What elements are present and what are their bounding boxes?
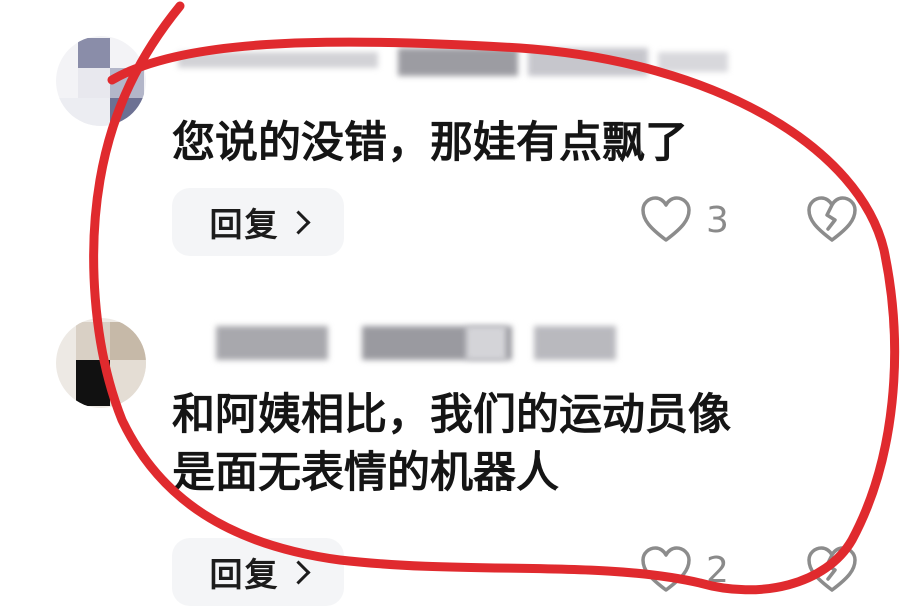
dislike-button[interactable] (806, 196, 858, 248)
comment-text: 您说的没错，那娃有点飘了 (172, 114, 688, 172)
like-button[interactable]: 3 (640, 196, 729, 244)
like-count: 2 (706, 549, 729, 591)
nickname-blurred (216, 326, 616, 360)
dislike-button[interactable] (806, 546, 858, 598)
comment-text-line: 您说的没错，那娃有点飘了 (172, 118, 688, 168)
broken-heart-icon (807, 196, 857, 242)
reply-button-label: 回复 (209, 205, 280, 244)
heart-icon (641, 196, 691, 242)
nickname-blurred (178, 48, 738, 76)
avatar-pixel (110, 360, 146, 406)
reply-button[interactable]: 回复 (172, 188, 344, 256)
avatar[interactable] (56, 318, 146, 408)
reply-button-label: 回复 (209, 555, 280, 594)
comment-text: 和阿姨相比，我们的运动员像 是面无表情的机器人 (172, 386, 731, 502)
like-count: 3 (706, 199, 729, 241)
screenshot-root: 您说的没错，那娃有点飘了 回复 3 和阿姨相比，我们的运动员像 是面无表情的机器… (0, 0, 922, 614)
avatar-pixel (78, 38, 110, 68)
avatar-pixel (110, 98, 144, 126)
avatar-pixel (110, 68, 144, 98)
annotation-stroke (89, 1, 900, 595)
comment-text-line: 是面无表情的机器人 (172, 448, 559, 498)
reply-button[interactable]: 回复 (172, 538, 344, 606)
avatar-pixel (76, 322, 110, 360)
comment-text-line: 和阿姨相比，我们的运动员像 (172, 390, 731, 440)
avatar-pixel (110, 322, 146, 360)
like-button[interactable]: 2 (640, 546, 729, 594)
chevron-right-icon (285, 209, 311, 235)
chevron-right-icon (285, 559, 311, 585)
avatar-pixel (78, 68, 110, 98)
avatar[interactable] (56, 36, 146, 126)
avatar-pixel (56, 98, 110, 126)
broken-heart-icon (807, 546, 857, 592)
heart-icon (641, 546, 691, 592)
avatar-pixel (76, 360, 110, 406)
